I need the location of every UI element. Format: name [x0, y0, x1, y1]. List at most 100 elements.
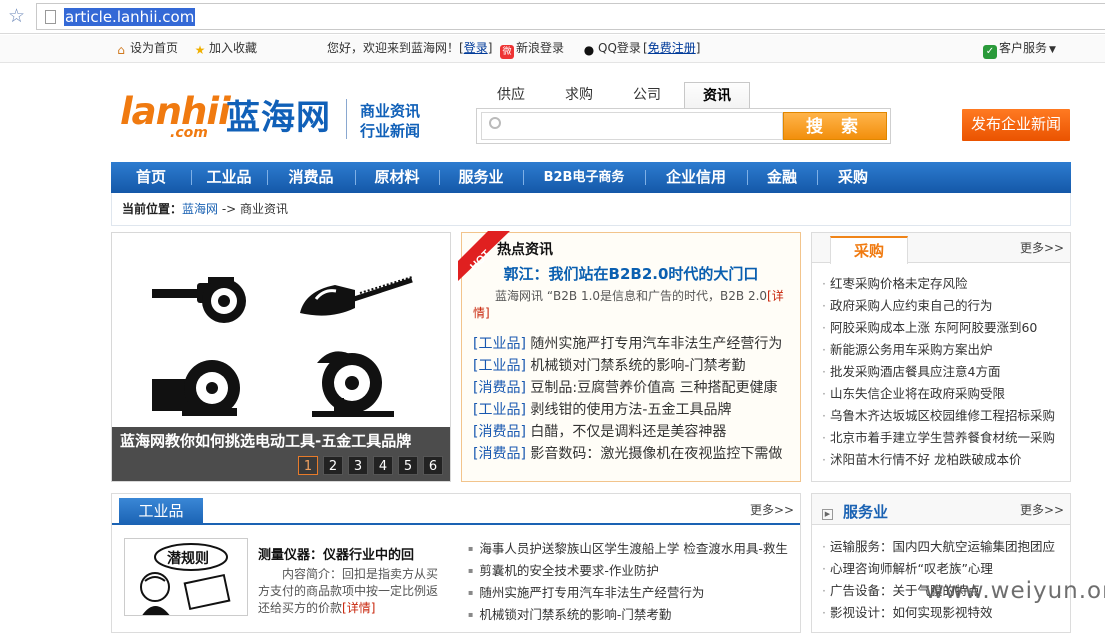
- logo-subtitle-line2: 行业新闻: [360, 122, 421, 140]
- service-title[interactable]: ▶ 服务业: [822, 501, 888, 522]
- nav-industrial[interactable]: 工业品: [191, 162, 267, 193]
- breadcrumb-home-link[interactable]: 蓝海网: [182, 202, 218, 216]
- list-item[interactable]: 沭阳苗木行情不好 龙柏跌破成本价: [822, 449, 1068, 471]
- add-favorite-link[interactable]: ★ 加入收藏: [193, 41, 257, 57]
- slider-page-2[interactable]: 2: [323, 456, 343, 475]
- url-field[interactable]: article.lanhii.com: [36, 3, 1105, 30]
- hot-headline[interactable]: 郭江：我们站在B2B2.0时代的大门口: [462, 263, 800, 284]
- main-nav: 首页 工业品 消费品 原材料 服务业 B2B电子商务 企业信用 金融 采购: [111, 162, 1071, 193]
- list-item[interactable]: 批发采购酒店餐具应注意4方面: [822, 361, 1068, 383]
- industrial-list: 海事人员护送黎族山区学生渡船上学 检查渡水用具-救生 剪囊机的安全技术要求-作业…: [468, 538, 798, 626]
- hot-news-list: [工业品] 随州实施严打专用汽车非法生产经营行为 [工业品] 机械锁对门禁系统的…: [473, 333, 799, 465]
- list-item[interactable]: 心理咨询师解析“叹老族”心理: [822, 558, 1068, 580]
- search-button[interactable]: 搜 索: [783, 112, 887, 140]
- register-link[interactable]: 免费注册: [648, 41, 696, 55]
- nav-purchase[interactable]: 采购: [817, 162, 889, 193]
- list-item[interactable]: [工业品] 剥线钳的使用方法-五金工具品牌: [473, 399, 799, 421]
- url-text[interactable]: article.lanhii.com: [64, 8, 196, 26]
- qq-login-link[interactable]: ● QQ登录: [582, 41, 641, 57]
- news-category[interactable]: [工业品]: [473, 336, 526, 352]
- list-item[interactable]: [消费品] 白醋，不仅是调料还是美容神器: [473, 421, 799, 443]
- bench-tool-icon: [152, 360, 240, 416]
- nav-credit[interactable]: 企业信用: [645, 162, 747, 193]
- industrial-feature-title[interactable]: 测量仪器：仪器行业中的回: [258, 544, 414, 563]
- list-item[interactable]: 剪囊机的安全技术要求-作业防护: [468, 560, 798, 582]
- list-item[interactable]: 新能源公务用车采购方案出炉: [822, 339, 1068, 361]
- news-category[interactable]: [消费品]: [473, 446, 526, 462]
- feature-detail-link[interactable]: [详情]: [342, 601, 375, 615]
- news-category[interactable]: [工业品]: [473, 402, 526, 418]
- slider-page-6[interactable]: 6: [423, 456, 443, 475]
- list-item[interactable]: 运输服务：国内四大航空运输集团抱团应: [822, 536, 1068, 558]
- breadcrumb: 当前位置：蓝海网 -> 商业资讯: [111, 193, 1071, 226]
- news-title[interactable]: 豆制品:豆腐营养价值高 三种搭配更健康: [530, 380, 777, 396]
- welcome-text-group: 您好，欢迎来到蓝海网！[登录]: [327, 41, 492, 56]
- publish-news-button[interactable]: 发布企业新闻: [962, 109, 1070, 141]
- hot-summary: 蓝海网讯 “B2B 1.0是信息和广告的时代，B2B 2.0[详情]: [473, 288, 791, 322]
- list-item[interactable]: 北京市着手建立学生营养餐食材统一采购: [822, 427, 1068, 449]
- set-home-link[interactable]: ⌂ 设为首页: [114, 41, 178, 57]
- tab-purchase-news[interactable]: 采购: [830, 236, 908, 264]
- news-category[interactable]: [工业品]: [473, 358, 526, 374]
- industrial-more-link[interactable]: 更多>>: [750, 501, 794, 518]
- search-icon: [489, 117, 501, 129]
- slider-page-1[interactable]: 1: [298, 456, 318, 475]
- list-item[interactable]: 影视设计：如何实现影视特效: [822, 602, 1068, 624]
- cartoon-image[interactable]: 潜规则: [124, 538, 248, 616]
- slider-page-5[interactable]: 5: [398, 456, 418, 475]
- search-input[interactable]: [481, 112, 783, 140]
- nav-raw-material[interactable]: 原材料: [355, 162, 439, 193]
- list-item[interactable]: 阿胶采购成本上涨 东阿阿胶要涨到60: [822, 317, 1068, 339]
- news-title[interactable]: 随州实施严打专用汽车非法生产经营行为: [530, 336, 782, 352]
- service-title-label: 服务业: [843, 503, 889, 521]
- watermark: www.weiyun.org: [925, 578, 1105, 604]
- customer-service-menu[interactable]: ✓ 客户服务 ▼: [983, 41, 1056, 59]
- breadcrumb-current: 商业资讯: [240, 202, 289, 216]
- tab-company[interactable]: 公司: [614, 82, 680, 109]
- nav-service[interactable]: 服务业: [439, 162, 523, 193]
- nav-finance[interactable]: 金融: [747, 162, 817, 193]
- industrial-panel: 工业品 更多>> 潜规则 测量仪器：仪器行业中的回 内容简介：回扣是指卖方从买方…: [111, 493, 801, 633]
- list-item[interactable]: [消费品] 豆制品:豆腐营养价值高 三种搭配更健康: [473, 377, 799, 399]
- tab-industrial[interactable]: 工业品: [119, 498, 203, 525]
- nav-b2b[interactable]: B2B电子商务: [523, 162, 645, 193]
- service-panel-header: ▶ 服务业 更多>>: [812, 494, 1070, 525]
- list-item[interactable]: [工业品] 机械锁对门禁系统的影响-门禁考勤: [473, 355, 799, 377]
- login-link[interactable]: 登录: [464, 41, 488, 55]
- customer-service-label: 客户服务: [999, 41, 1048, 55]
- news-title[interactable]: 剥线钳的使用方法-五金工具品牌: [530, 402, 731, 418]
- logo-cn[interactable]: 蓝海网: [226, 98, 331, 138]
- news-category[interactable]: [消费品]: [473, 424, 526, 440]
- slider-caption[interactable]: 蓝海网教你如何挑选电动工具-五金工具品牌: [120, 431, 411, 451]
- list-item[interactable]: 政府采购人应约束自己的行为: [822, 295, 1068, 317]
- news-title[interactable]: 影音数码：激光摄像机在夜视监控下需做: [530, 446, 782, 462]
- nav-home[interactable]: 首页: [111, 162, 191, 193]
- list-item[interactable]: 红枣采购价格未定存风险: [822, 273, 1068, 295]
- image-slider[interactable]: 蓝海网教你如何挑选电动工具-五金工具品牌 1 2 3 4 5 6: [111, 232, 451, 482]
- list-item[interactable]: 山东失信企业将在政府采购受限: [822, 383, 1068, 405]
- list-item[interactable]: 海事人员护送黎族山区学生渡船上学 检查渡水用具-救生: [468, 538, 798, 560]
- news-category[interactable]: [消费品]: [473, 380, 526, 396]
- list-item[interactable]: 乌鲁木齐达坂城区校园维修工程招标采购: [822, 405, 1068, 427]
- purchase-list: 红枣采购价格未定存风险 政府采购人应约束自己的行为 阿胶采购成本上涨 东阿阿胶要…: [822, 273, 1068, 471]
- sina-login-link[interactable]: 微新浪登录: [500, 41, 564, 59]
- purchase-more-link[interactable]: 更多>>: [1020, 239, 1064, 256]
- list-item[interactable]: [消费品] 影音数码：激光摄像机在夜视监控下需做: [473, 443, 799, 465]
- add-favorite-label: 加入收藏: [209, 41, 258, 55]
- news-title[interactable]: 白醋，不仅是调料还是美容神器: [530, 424, 726, 440]
- industrial-feature-desc: 内容简介：回扣是指卖方从买方支付的商品款项中按一定比例返还给买方的价款[详情]: [258, 566, 442, 617]
- service-more-link[interactable]: 更多>>: [1020, 501, 1064, 518]
- slider-page-3[interactable]: 3: [348, 456, 368, 475]
- list-item[interactable]: [工业品] 随州实施严打专用汽车非法生产经营行为: [473, 333, 799, 355]
- tab-news[interactable]: 资讯: [684, 82, 750, 109]
- list-item[interactable]: 随州实施严打专用汽车非法生产经营行为: [468, 582, 798, 604]
- welcome-text: 您好，欢迎来到蓝海网！[: [327, 41, 464, 55]
- list-item[interactable]: 机械锁对门禁系统的影响-门禁考勤: [468, 604, 798, 626]
- nav-consumer[interactable]: 消费品: [267, 162, 355, 193]
- news-title[interactable]: 机械锁对门禁系统的影响-门禁考勤: [530, 358, 745, 374]
- tab-supply[interactable]: 供应: [478, 82, 544, 109]
- tab-purchase[interactable]: 求购: [546, 82, 612, 109]
- slider-page-4[interactable]: 4: [373, 456, 393, 475]
- bookmark-star-icon[interactable]: ☆: [8, 5, 25, 27]
- service-panel: ▶ 服务业 更多>> 运输服务：国内四大航空运输集团抱团应 心理咨询师解析“叹老族…: [811, 493, 1071, 633]
